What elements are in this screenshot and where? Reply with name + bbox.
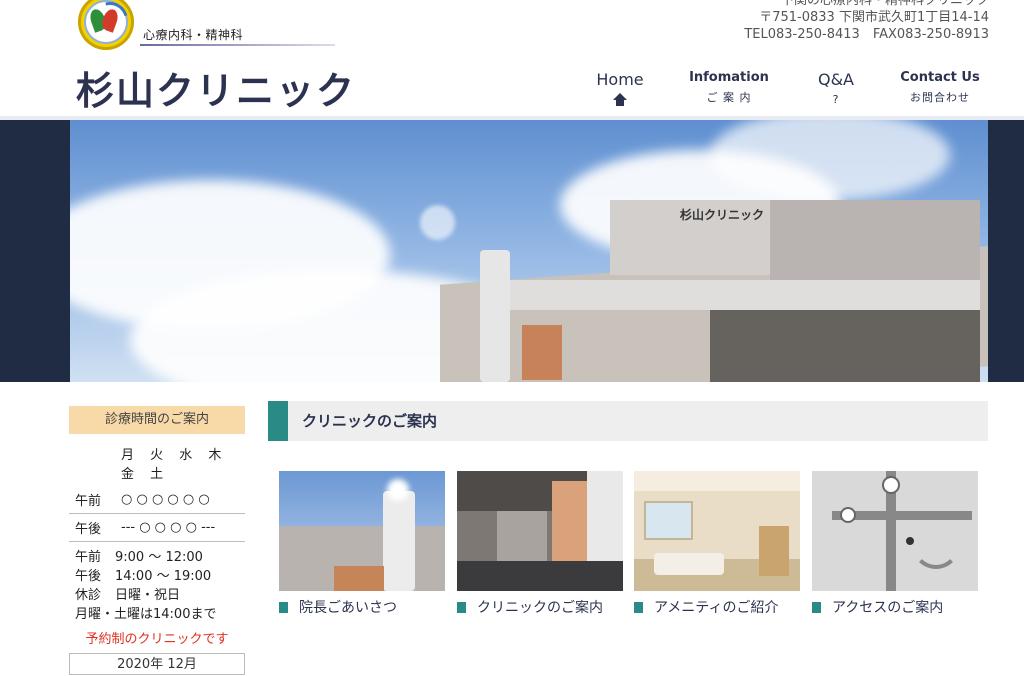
caption-marker [634,602,643,613]
period-label: 午前 [69,486,121,514]
nav-information[interactable]: Infomation ご 案 内 [679,70,779,105]
hours-sidebar: 診療時間のご案内 月 火 水 木 金 土 午前 ○ ○ ○ ○ ○ ○ 午後 -… [69,406,245,675]
reservation-note: 予約制のクリニックです [85,632,229,647]
address-block: 下関の心療内科・精神科クリニック 〒751-0833 下関市武久町1丁目14-1… [744,0,989,43]
calendar-title[interactable]: 2020年 12月 [69,653,245,675]
nav-contact[interactable]: Contact Us お問合わせ [890,70,990,105]
building-sign: 杉山クリニック [680,208,765,222]
nav-qa[interactable]: Q&A ? [786,70,886,106]
nav-qa-jp: ? [832,93,840,106]
list-item: 午後 14:00 〜 19:00 [75,569,212,584]
section-heading: クリニックのご案内 [268,401,988,441]
nav-contact-jp: お問合わせ [910,91,970,104]
table-row: 月 火 水 木 金 土 [69,440,245,486]
phone-fax: TEL083-250-8413 FAX083-250-8913 [744,27,989,42]
nav-home-label: Home [596,70,644,89]
address: 〒751-0833 下関市武久町1丁目14-14 [759,10,989,25]
hours-note: 月曜・土曜は14:00まで [75,607,217,622]
list-item: 午前 9:00 〜 12:00 [75,550,203,565]
card-caption[interactable]: 院長ごあいさつ [299,600,397,616]
hours-heading: 診療時間のご案内 [69,406,245,434]
clinic-photo[interactable] [457,471,623,591]
period-marks: ○ ○ ○ ○ ○ ○ [121,486,245,514]
clinic-name[interactable]: 杉山クリニック [76,60,356,115]
section-title: クリニックのご案内 [302,412,438,430]
divider [140,44,335,46]
section-accent-bar [268,401,288,441]
caption-marker [279,602,288,613]
main-nav: Home Infomation ご 案 内 Q&A ? Contact Us お… [570,70,990,116]
hero-image: 杉山クリニック [70,120,988,382]
card-amenity[interactable]: アメニティのご紹介 [634,471,800,617]
nav-information-jp: ご 案 内 [706,91,752,104]
access-map[interactable] [812,471,978,591]
clinic-emblem-icon[interactable] [78,0,134,50]
nav-contact-label: Contact Us [900,70,980,85]
home-icon [613,93,627,107]
greeting-photo[interactable] [279,471,445,591]
nav-qa-label: Q&A [817,70,854,89]
card-caption[interactable]: アクセスのご案内 [832,600,943,616]
period-marks: --- ○ ○ ○ ○ --- [121,513,245,542]
schedule-table: 月 火 水 木 金 土 午前 ○ ○ ○ ○ ○ ○ 午後 --- ○ ○ ○ … [69,440,245,542]
card-access[interactable]: アクセスのご案内 [812,471,978,617]
hours-list: 午前 9:00 〜 12:00 午後 14:00 〜 19:00 休診 日曜・祝日 月… [69,548,245,624]
table-row: 午前 ○ ○ ○ ○ ○ ○ [69,486,245,514]
caption-marker [812,602,821,613]
card-clinic[interactable]: クリニックのご案内 [457,471,623,617]
card-greeting[interactable]: 院長ごあいさつ [279,471,445,617]
list-item: 休診 日曜・祝日 [75,588,181,603]
card-caption[interactable]: アメニティのご紹介 [654,600,778,616]
caption-marker [457,602,466,613]
tagline: 下関の心療内科・精神科クリニック [780,0,989,8]
table-row: 午後 --- ○ ○ ○ ○ --- [69,513,245,542]
card-caption[interactable]: クリニックのご案内 [477,600,603,616]
amenity-photo[interactable] [634,471,800,591]
period-label: 午後 [69,513,121,542]
nav-home[interactable]: Home [570,70,670,107]
nav-information-label: Infomation [689,70,769,85]
site-header: 心療内科・精神科 杉山クリニック 下関の心療内科・精神科クリニック 〒751-0… [0,0,1024,120]
days-header: 月 火 水 木 金 土 [121,448,228,482]
department-label: 心療内科・精神科 [143,28,244,42]
